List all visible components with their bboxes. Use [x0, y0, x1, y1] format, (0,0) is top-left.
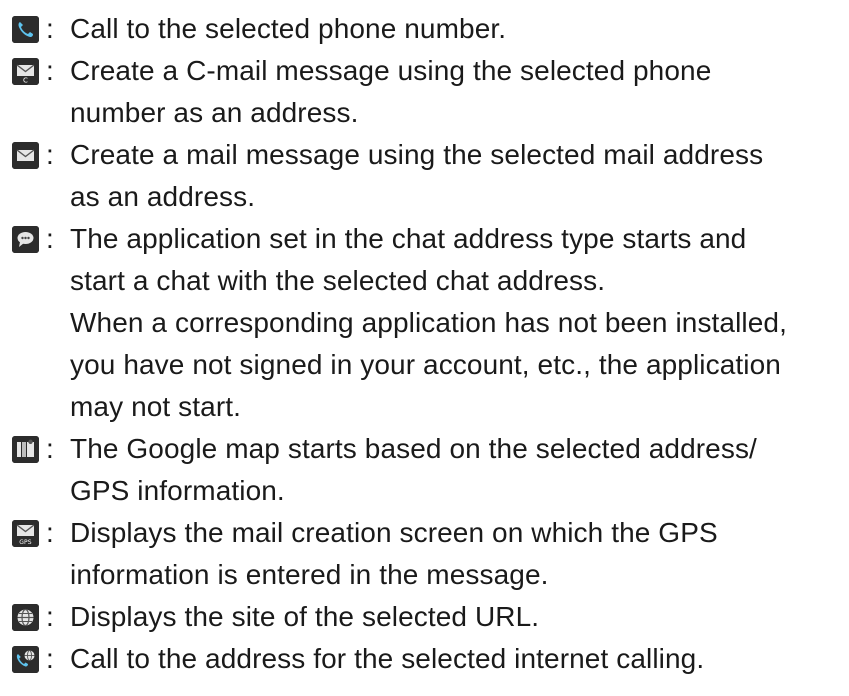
description-line: start a chat with the selected chat addr… — [70, 265, 606, 296]
colon: : — [46, 13, 54, 44]
description-line: Create a C-mail message using the select… — [70, 55, 712, 86]
description-line: as an address. — [70, 181, 256, 212]
description-line: Call to the selected phone number. — [70, 13, 507, 44]
icon-description-list: : Call to the selected phone number. C :… — [12, 8, 847, 680]
internet-call-icon — [12, 646, 39, 673]
list-item-mail: : Create a mail message using the select… — [12, 134, 847, 218]
description-line: The application set in the chat address … — [70, 223, 747, 254]
description-line: The Google map starts based on the selec… — [70, 433, 757, 464]
c-mail-icon: C — [12, 58, 39, 85]
colon: : — [46, 643, 54, 674]
description-line: Displays the site of the selected URL. — [70, 601, 540, 632]
list-item-c-mail: C : Create a C-mail message using the se… — [12, 50, 847, 134]
colon: : — [46, 139, 54, 170]
svg-text:C: C — [23, 77, 28, 85]
description-line: GPS information. — [70, 475, 285, 506]
map-icon — [12, 436, 39, 463]
colon: : — [46, 601, 54, 632]
list-item-internet-call: : Call to the address for the selected i… — [12, 638, 847, 680]
description-line: Displays the mail creation screen on whi… — [70, 517, 718, 548]
colon: : — [46, 517, 54, 548]
description-line: may not start. — [70, 391, 242, 422]
phone-icon — [12, 16, 39, 43]
description-line: Create a mail message using the selected… — [70, 139, 764, 170]
list-item-map: : The Google map starts based on the sel… — [12, 428, 847, 512]
list-item-chat: : The application set in the chat addres… — [12, 218, 847, 428]
document-page: : Call to the selected phone number. C :… — [0, 0, 849, 696]
description-line: you have not signed in your account, etc… — [70, 349, 781, 380]
colon: : — [46, 433, 54, 464]
colon: : — [46, 55, 54, 86]
colon: : — [46, 223, 54, 254]
description-line: When a corresponding application has not… — [70, 307, 787, 338]
list-item-globe: : Displays the site of the selected URL. — [12, 596, 847, 638]
mail-icon — [12, 142, 39, 169]
description-line: Call to the address for the selected int… — [70, 643, 705, 674]
globe-icon — [12, 604, 39, 631]
description-line: information is entered in the message. — [70, 559, 549, 590]
gps-mail-icon: GPS — [12, 520, 39, 547]
list-item-gps-mail: GPS : Displays the mail creation screen … — [12, 512, 847, 596]
svg-text:GPS: GPS — [19, 539, 31, 546]
chat-icon — [12, 226, 39, 253]
description-line: number as an address. — [70, 97, 359, 128]
list-item-call: : Call to the selected phone number. — [12, 8, 847, 50]
